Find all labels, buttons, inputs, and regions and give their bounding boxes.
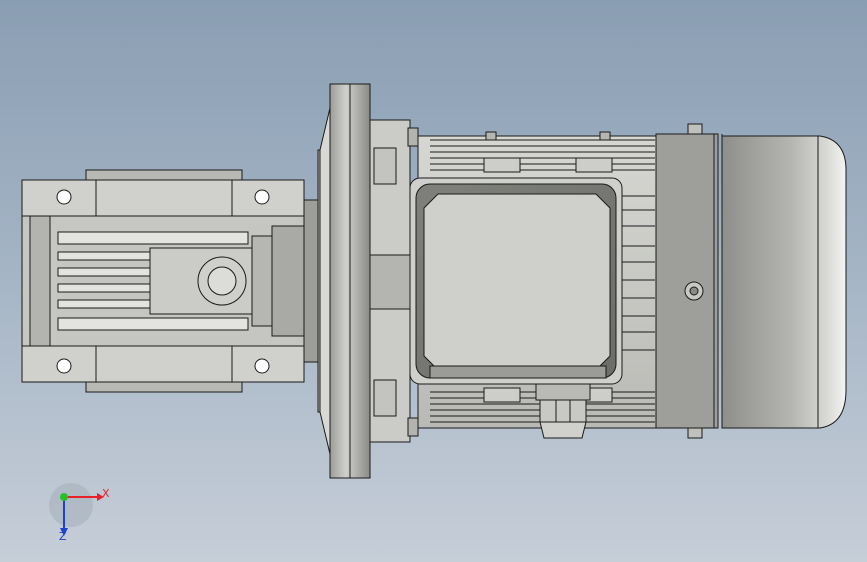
triad-x-label: X — [102, 487, 110, 500]
output-bore — [207, 266, 237, 296]
mount-hole-icon — [254, 358, 270, 374]
gearbox-top-lip — [85, 169, 243, 181]
mount-hole-icon — [254, 189, 270, 205]
flange-bolt — [373, 147, 397, 185]
mount-hole-icon — [56, 358, 72, 374]
terminal-box-lid — [423, 193, 611, 371]
fan-housing-ring — [655, 133, 719, 429]
triad-z-label: Z — [59, 530, 67, 543]
fan-housing[interactable] — [655, 123, 847, 439]
terminal-box[interactable] — [409, 177, 623, 385]
motor-flange[interactable] — [329, 83, 419, 479]
gearbox-bottom-lip — [85, 381, 243, 393]
gearbox-housing[interactable] — [21, 169, 305, 393]
y-axis-dot — [60, 493, 68, 501]
housing-bolt — [687, 123, 703, 135]
housing-bolt — [687, 427, 703, 439]
gearbox-adapter[interactable] — [303, 107, 333, 455]
fan-cover — [721, 135, 847, 429]
mount-hole-icon — [56, 189, 72, 205]
gearmotor-model[interactable] — [0, 0, 867, 562]
flange-bolt — [373, 379, 397, 417]
cable-gland[interactable] — [535, 383, 591, 439]
cad-viewport[interactable]: X Z — [0, 0, 867, 562]
view-triad[interactable] — [49, 483, 104, 536]
